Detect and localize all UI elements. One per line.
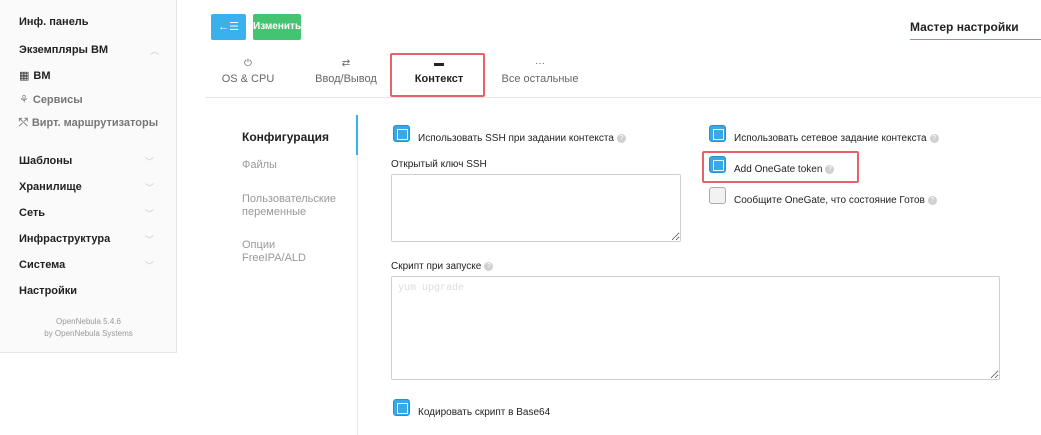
sidebar-item-settings[interactable]: Настройки: [19, 285, 77, 297]
base64-checkbox[interactable]: [393, 399, 410, 416]
ssh-context-label: Использовать SSH при задании контекста?: [418, 133, 626, 144]
grid-icon: ▦: [19, 70, 30, 82]
start-script-text: Скрипт при запуске: [391, 261, 482, 272]
sidebar-item-label: ВМ: [33, 70, 51, 82]
vnav-custom-vars[interactable]: Пользовательские переменные: [242, 193, 352, 219]
sidebar-item-label: Шаблоны: [19, 155, 73, 167]
version-text: OpenNebula 5.4.6: [56, 317, 121, 326]
sidebar-item-infrastructure[interactable]: Инфраструктура ﹀: [19, 233, 154, 245]
sidebar-item-instances[interactable]: Экземпляры ВМ ︿: [19, 44, 159, 56]
chevron-down-icon: ﹀: [144, 209, 154, 219]
ssh-key-textarea[interactable]: [391, 174, 681, 242]
highlight-box-onegate: [702, 151, 859, 183]
sidebar-item-label: Сервисы: [32, 94, 83, 106]
sidebar-item-label: Сеть: [19, 207, 46, 219]
sidebar-item-network[interactable]: Сеть ﹀: [19, 207, 154, 219]
tab-label: OS & CPU: [221, 73, 275, 85]
vnav-freeipa[interactable]: Опции FreeIPA/ALD: [242, 239, 322, 265]
sidebar-item-label: Инф. панель: [19, 16, 89, 28]
exchange-icon: ⇄: [341, 58, 351, 69]
ssh-context-checkbox[interactable]: [393, 125, 410, 142]
vnav-files[interactable]: Файлы: [242, 159, 352, 172]
tabs-divider: [205, 97, 1041, 98]
vnav-active-indicator: [356, 115, 358, 155]
chevron-down-icon: ﹀: [144, 157, 154, 167]
sidebar-item-label: Экземпляры ВМ: [19, 44, 109, 56]
report-ready-label: Сообщите OneGate, что состояние Готов?: [734, 195, 937, 206]
vnav-divider: [357, 115, 358, 435]
sidebar-item-label: Хранилище: [19, 181, 82, 193]
router-icon: ⤲: [19, 117, 28, 129]
base64-label: Кодировать скрипт в Base64: [418, 407, 551, 418]
sidebar-item-vrouters[interactable]: ⤲ Вирт. маршрутизаторы: [19, 117, 158, 130]
chevron-down-icon: ﹀: [144, 235, 154, 245]
highlight-box-context-tab: [390, 53, 485, 97]
start-script-textarea[interactable]: [391, 276, 1000, 380]
network-context-text: Использовать сетевое задание контекста: [734, 133, 927, 144]
sidebar-item-label: Инфраструктура: [19, 233, 111, 245]
help-icon[interactable]: ?: [927, 195, 937, 205]
ssh-key-label: Открытый ключ SSH: [391, 159, 487, 170]
help-icon[interactable]: ?: [484, 261, 494, 271]
sidebar: Инф. панель Экземпляры ВМ ︿ ▦ ВМ ⚘ Сервисы …: [0, 0, 177, 353]
ellipsis-icon: ···: [535, 58, 545, 69]
vnav-configuration[interactable]: Конфигурация: [242, 131, 352, 144]
help-icon[interactable]: ?: [929, 133, 939, 143]
tab-other[interactable]: ··· Все остальные: [495, 58, 585, 85]
tab-label: Ввод/Вывод: [315, 73, 377, 85]
network-context-label: Использовать сетевое задание контекста?: [734, 133, 939, 144]
sidebar-item-services[interactable]: ⚘ Сервисы: [19, 93, 83, 106]
sidebar-item-storage[interactable]: Хранилище ﹀: [19, 181, 154, 193]
sidebar-item-dashboard[interactable]: Инф. панель: [19, 16, 89, 28]
chevron-up-icon: ︿: [149, 46, 159, 56]
services-icon: ⚘: [19, 94, 29, 106]
vendor-text: by OpenNebula Systems: [44, 329, 133, 338]
ssh-context-text: Использовать SSH при задании контекста: [418, 133, 614, 144]
chevron-down-icon: ﹀: [144, 261, 154, 271]
sidebar-item-templates[interactable]: Шаблоны ﹀: [19, 155, 154, 167]
sidebar-item-label: Вирт. маршрутизаторы: [31, 117, 159, 129]
edit-button[interactable]: Изменить: [253, 14, 301, 40]
wizard-tab-underline: [910, 39, 1041, 40]
sidebar-item-label: Настройки: [19, 285, 78, 297]
power-icon: ⏻: [244, 58, 252, 69]
help-icon[interactable]: ?: [616, 133, 626, 143]
tab-os-cpu[interactable]: ⏻ OS & CPU: [215, 58, 281, 85]
sidebar-item-system[interactable]: Система ﹀: [19, 259, 154, 271]
back-button[interactable]: ←☰: [211, 14, 246, 40]
network-context-checkbox[interactable]: [709, 125, 726, 142]
start-script-label: Скрипт при запуске?: [391, 261, 494, 272]
report-ready-text: Сообщите OneGate, что состояние Готов: [734, 195, 925, 206]
wizard-tab[interactable]: Мастер настройки: [910, 20, 1019, 34]
sidebar-item-vms[interactable]: ▦ ВМ: [19, 69, 51, 82]
sidebar-item-label: Система: [19, 259, 66, 271]
tab-io[interactable]: ⇄ Ввод/Вывод: [312, 58, 380, 85]
tab-label: Все остальные: [501, 73, 579, 85]
report-ready-checkbox[interactable]: [709, 187, 726, 204]
chevron-down-icon: ﹀: [144, 183, 154, 193]
